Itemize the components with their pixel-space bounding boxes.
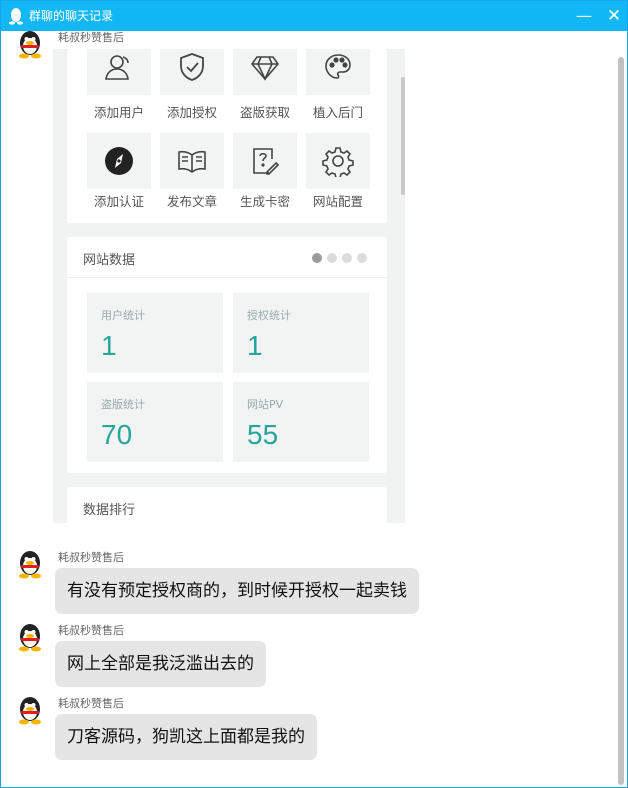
carousel-dot[interactable] xyxy=(342,253,352,263)
panel-title: 数据排行 xyxy=(83,503,136,518)
action-label: 植入后门 xyxy=(312,105,363,120)
sender-name: 耗叔秒赞售后 xyxy=(58,697,124,710)
avatar[interactable] xyxy=(15,29,45,59)
chat-history-window: 群聊的聊天记录 — ✕ 耗叔秒赞售后 添加用户 添加授权 盗版获取 植入后门 添… xyxy=(0,0,628,788)
message-bubble[interactable]: 刀客源码，狗凯这上面都是我的 xyxy=(55,714,317,760)
avatar[interactable] xyxy=(15,549,45,579)
action-label: 发布文章 xyxy=(166,194,217,209)
message-bubble[interactable]: 有没有预定授权商的，到时候开授权一起卖钱 xyxy=(55,568,419,614)
action-label: 生成卡密 xyxy=(239,194,290,209)
site-data-panel: 网站数据 用户统计 1 授权统计 1 盗版统计 70 网站PV 55 xyxy=(67,237,387,473)
user-icon xyxy=(87,49,151,95)
action-label: 网站配置 xyxy=(312,194,363,209)
penguin-icon xyxy=(9,8,23,25)
book-icon xyxy=(160,133,224,189)
action-label: 添加授权 xyxy=(166,105,217,120)
shield-check-icon xyxy=(160,49,224,95)
stat-card: 盗版统计 70 xyxy=(87,382,223,462)
image-scrollbar xyxy=(401,77,405,195)
action-label: 盗版获取 xyxy=(239,105,290,120)
scrollbar-thumb[interactable] xyxy=(618,57,624,785)
stat-value: 1 xyxy=(247,330,263,361)
stat-label: 网站PV xyxy=(247,398,284,411)
avatar[interactable] xyxy=(15,622,45,652)
carousel-dot[interactable] xyxy=(357,253,367,263)
close-button[interactable]: ✕ xyxy=(599,1,628,31)
stat-label: 盗版统计 xyxy=(101,398,145,411)
panel-title: 网站数据 xyxy=(83,253,136,268)
stat-value: 70 xyxy=(101,419,133,450)
stat-label: 用户统计 xyxy=(101,309,145,322)
question-edit-icon xyxy=(233,133,297,189)
sender-name: 耗叔秒赞售后 xyxy=(58,31,124,44)
ranking-panel: 数据排行 xyxy=(67,487,387,523)
carousel-dot[interactable] xyxy=(312,253,322,263)
palette-icon xyxy=(306,49,370,95)
diamond-icon xyxy=(233,49,297,95)
stat-label: 授权统计 xyxy=(247,309,291,322)
avatar[interactable] xyxy=(15,695,45,725)
carousel-indicator[interactable] xyxy=(312,253,367,263)
carousel-dot[interactable] xyxy=(327,253,337,263)
quick-actions-panel: 添加用户 添加授权 盗版获取 植入后门 添加认证 发布文章 生成卡密 网站配置 xyxy=(67,49,387,223)
stat-card: 网站PV 55 xyxy=(233,382,369,462)
window-title: 群聊的聊天记录 xyxy=(29,9,114,23)
sender-name: 耗叔秒赞售后 xyxy=(58,624,124,637)
image-message[interactable]: 添加用户 添加授权 盗版获取 植入后门 添加认证 发布文章 生成卡密 网站配置 … xyxy=(53,49,405,523)
compass-icon xyxy=(87,133,151,189)
stat-value: 55 xyxy=(247,419,279,450)
stat-card: 用户统计 1 xyxy=(87,293,223,373)
chat-scrollbar[interactable] xyxy=(615,31,627,787)
divider xyxy=(67,277,387,278)
action-label: 添加认证 xyxy=(93,194,144,209)
action-label: 添加用户 xyxy=(93,105,144,120)
stat-value: 1 xyxy=(101,330,117,361)
title-bar: 群聊的聊天记录 — ✕ xyxy=(1,1,627,31)
gear-icon xyxy=(306,133,370,189)
message-bubble[interactable]: 网上全部是我泛滥出去的 xyxy=(55,641,266,687)
minimize-button[interactable]: — xyxy=(569,1,599,31)
stat-card: 授权统计 1 xyxy=(233,293,369,373)
sender-name: 耗叔秒赞售后 xyxy=(58,551,124,564)
